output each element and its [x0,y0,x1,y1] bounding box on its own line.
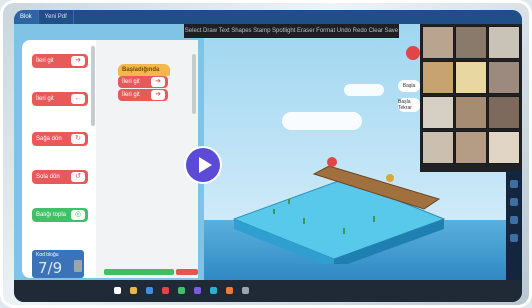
taskbar-app-icon[interactable] [130,287,137,294]
browser-topbar: Blok Yeni Pdf [14,10,522,24]
tool-redo[interactable]: Redo [353,28,367,34]
tool-text[interactable]: Text [219,28,230,34]
taskbar-app-icon[interactable] [162,287,169,294]
screen: Blok Yeni Pdf İleri git ➜ İleri git ← Sağa… [14,10,522,302]
stop-control[interactable] [176,269,198,275]
block-label: İleri git [122,92,140,98]
start-block-label: Başladığında [122,67,160,73]
taskbar-app-icon[interactable] [146,287,153,294]
tool-undo[interactable]: Undo [337,28,351,34]
video-tile[interactable] [455,26,487,59]
workspace-scrollbar[interactable] [192,54,196,114]
palette-block-forward[interactable]: İleri git ← [32,92,88,106]
sidebar-icon[interactable] [510,216,518,224]
palette-block-turn-left[interactable]: Sola dön ↺ [32,170,88,184]
turn-right-icon: ↻ [71,134,85,144]
tool-select[interactable]: Select [185,28,202,34]
sidebar-icon[interactable] [510,234,518,242]
video-tile[interactable] [455,96,487,129]
tool-clear[interactable]: Clear [369,28,383,34]
record-icon[interactable] [406,46,420,60]
video-tile[interactable] [455,61,487,94]
turn-left-icon: ↺ [71,172,85,182]
parrot-icon [327,157,337,167]
taskbar-app-icon[interactable] [226,287,233,294]
counter-label: Kod bloğu [36,252,59,258]
block-palette: İleri git ➜ İleri git ← Sağa dön ↻ Sola dön… [22,40,96,278]
video-tile[interactable] [488,26,520,59]
video-tile[interactable] [488,131,520,164]
tab-blok[interactable]: Blok [14,10,39,24]
tool-stamp[interactable]: Stamp [253,28,270,34]
arrow-right-icon: ➜ [151,77,165,87]
taskbar-app-icon[interactable] [210,287,217,294]
block-label: İleri git [122,79,140,85]
video-gallery [420,24,522,172]
video-tile[interactable] [455,131,487,164]
tab-yeni-pdf[interactable]: Yeni Pdf [39,10,74,24]
sidebar-icon[interactable] [510,180,518,188]
island-scene [232,157,446,264]
video-tile[interactable] [422,26,454,59]
video-tile[interactable] [488,96,520,129]
taskbar-app-icon[interactable] [178,287,185,294]
collect-icon: ◎ [71,210,85,220]
taskbar-app-icon[interactable] [194,287,201,294]
counter-value: 7/9 [38,259,63,277]
palette-block-turn-right[interactable]: Sağa dön ↻ [32,132,88,146]
tool-save[interactable]: Save [384,28,398,34]
bubble-text: Başla Tekrar [398,99,412,111]
play-button[interactable] [186,148,220,182]
arrow-right-icon: ➜ [151,90,165,100]
block-label: Sola dön [36,174,60,180]
cloud [282,112,362,130]
video-tile[interactable] [488,61,520,94]
annotation-toolbar: Select Draw Text Shapes Stamp Spotlight … [184,24,399,38]
block-label: Balığı topla [36,212,67,218]
video-tile[interactable] [422,61,454,94]
tool-draw[interactable]: Draw [203,28,217,34]
video-tile[interactable] [422,131,454,164]
palette-block-forward[interactable]: İleri git ➜ [32,54,88,68]
restart-bubble[interactable]: Başla Tekrar [398,98,420,112]
workspace-block-forward[interactable]: İleri git ➜ [118,76,168,88]
start-menu-icon[interactable] [114,287,121,294]
right-sidebar [506,170,522,280]
palette-block-collect[interactable]: Balığı topla ◎ [32,208,88,222]
tab-label: Blok [20,14,32,20]
block-label: İleri git [36,96,54,102]
tool-shapes[interactable]: Shapes [231,28,251,34]
tab-label: Yeni Pdf [44,14,67,20]
video-tile[interactable] [422,96,454,129]
palette-scrollbar[interactable] [91,46,95,126]
tool-spotlight[interactable]: Spotlight [272,28,295,34]
start-block[interactable]: Başladığında [118,64,170,76]
arrow-left-icon: ← [71,94,85,104]
bubble-text: Başla [402,83,416,89]
taskbar-app-icon[interactable] [242,287,249,294]
block-label: Sağa dön [36,136,62,142]
workspace-block-forward[interactable]: İleri git ➜ [118,89,168,101]
tool-format[interactable]: Format [316,28,335,34]
start-bubble[interactable]: Başla [398,80,420,92]
sidebar-icon[interactable] [510,198,518,206]
taskbar [14,280,522,302]
arrow-right-icon: ➜ [71,56,85,66]
progress-green [104,269,174,275]
cloud [344,84,384,96]
trash-icon[interactable] [74,260,82,272]
tool-eraser[interactable]: Eraser [297,28,315,34]
block-label: İleri git [36,58,54,64]
